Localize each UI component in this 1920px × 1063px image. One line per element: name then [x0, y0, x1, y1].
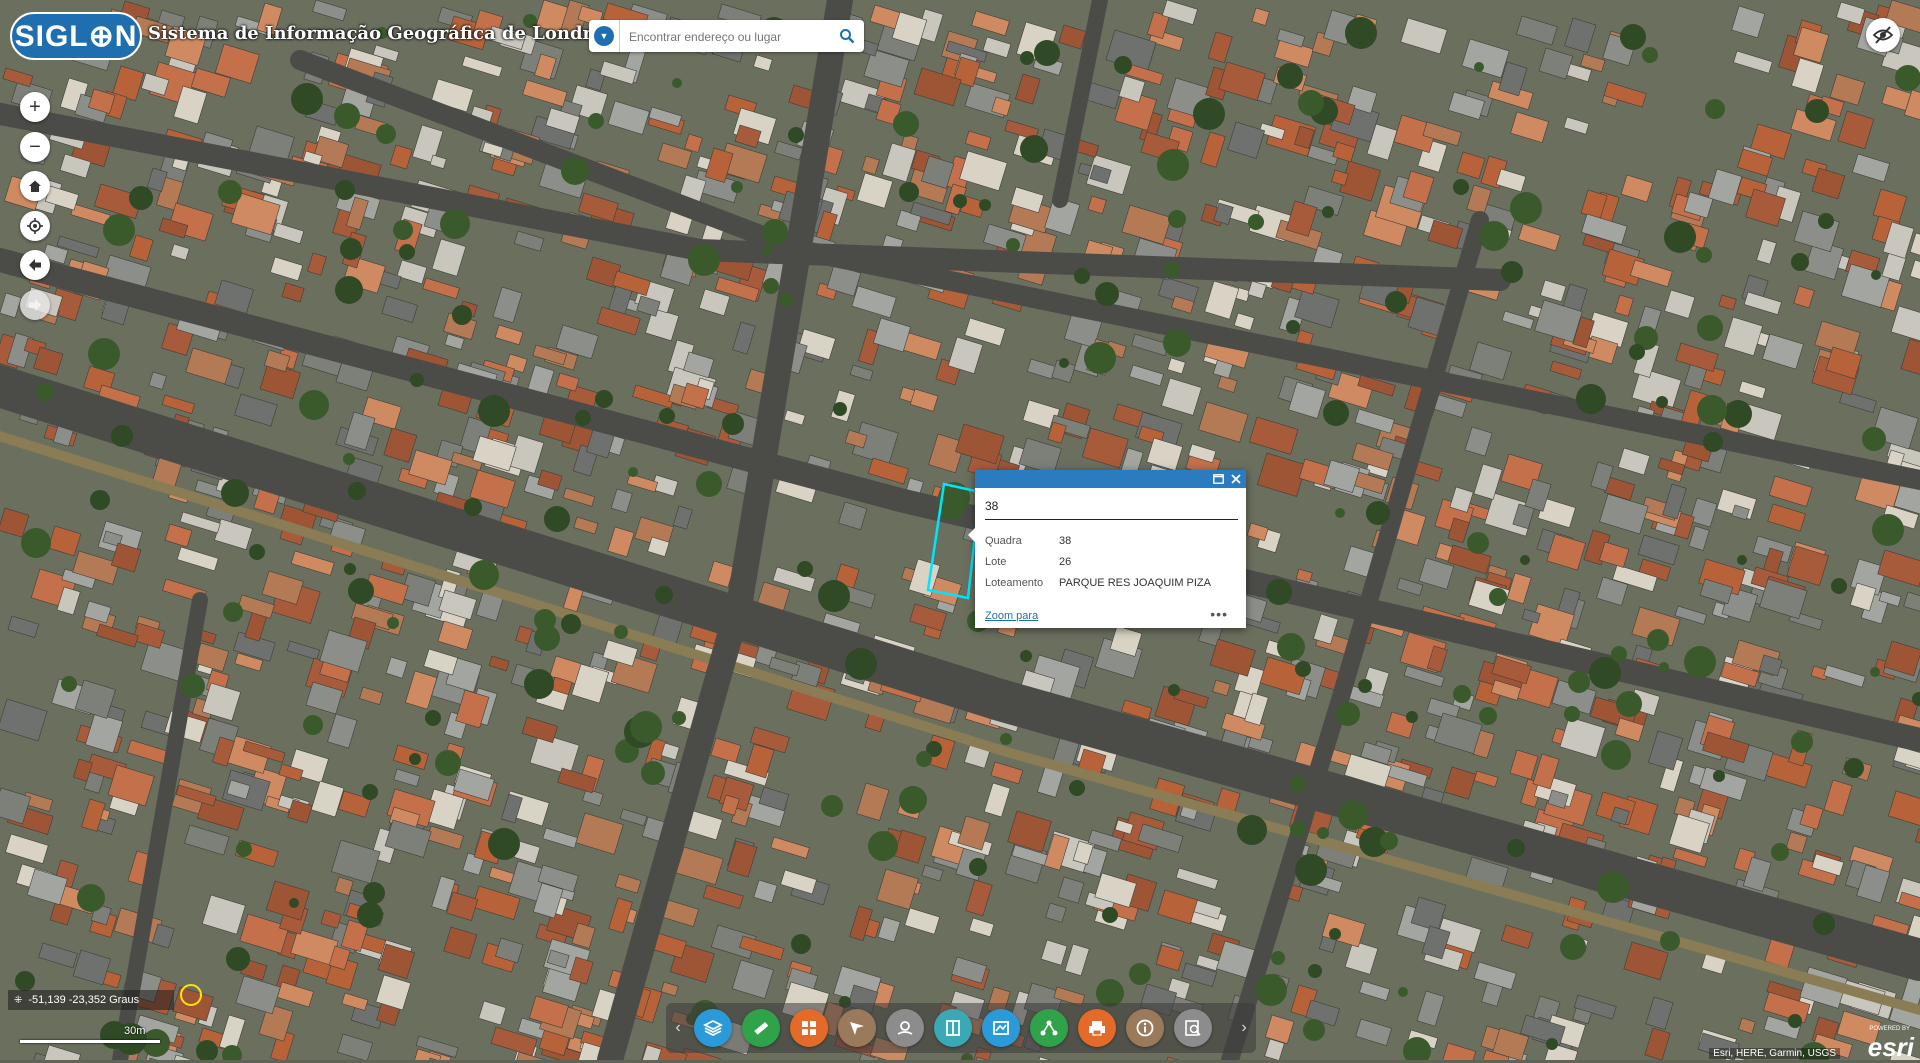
swipe-icon [946, 1020, 960, 1036]
compass-icon[interactable] [180, 984, 202, 1006]
grid-tool-button[interactable] [790, 1009, 828, 1047]
logo-text: SIGL⊕N [14, 19, 138, 53]
close-popup-button[interactable] [1228, 471, 1244, 487]
query-tool-button[interactable] [1174, 1009, 1212, 1047]
more-actions-button[interactable]: ••• [1210, 606, 1228, 622]
scale-bar: 30m [20, 1025, 160, 1043]
search-source-dropdown[interactable]: ▼ [589, 20, 620, 52]
aerial-imagery [0, 0, 1920, 1060]
attribute-row: Lote 26 [985, 551, 1211, 572]
toolbar-scroll-left[interactable]: ‹ [668, 1017, 688, 1039]
attribute-row: Quadra 38 [985, 530, 1211, 551]
map-attribution: Esri, HERE, Garmin, USGS [1709, 1048, 1840, 1059]
close-icon [1231, 474, 1241, 484]
attribute-label: Lote [985, 555, 1007, 568]
print-tool-button[interactable] [1078, 1009, 1116, 1047]
attribute-label: Quadra [985, 534, 1022, 547]
minus-icon: − [29, 135, 41, 158]
plus-icon: + [29, 95, 41, 118]
layers-icon [703, 1019, 723, 1037]
grid-icon [802, 1021, 816, 1035]
siglon-logo: SIGL⊕N [10, 12, 142, 60]
print-icon [1089, 1021, 1105, 1036]
bottom-toolbar: ‹ › [666, 1003, 1256, 1053]
location-tool-button[interactable] [886, 1009, 924, 1047]
zoom-out-button[interactable]: − [20, 132, 50, 162]
measure-tool-button[interactable] [742, 1009, 780, 1047]
arrow-left-icon [29, 259, 41, 271]
search-widget: ▼ [589, 20, 864, 52]
info-tool-button[interactable] [1126, 1009, 1164, 1047]
map-canvas[interactable] [0, 0, 1920, 1060]
search-icon [840, 29, 855, 44]
compare-tool-button[interactable] [982, 1009, 1020, 1047]
app-title: Sistema de Informação Geográfica de Lond… [148, 23, 624, 44]
popup-title: 38 [985, 499, 999, 513]
chevron-right-icon: › [1241, 1019, 1247, 1036]
popup-divider [985, 519, 1238, 520]
zoom-in-button[interactable]: + [20, 92, 50, 122]
query-icon [1185, 1020, 1201, 1036]
maximize-icon [1212, 474, 1224, 484]
toolbar-scroll-right[interactable]: › [1234, 1017, 1254, 1039]
chevron-down-icon: ▼ [594, 26, 614, 46]
share-icon [1040, 1020, 1058, 1036]
draw-tool-button[interactable] [838, 1009, 876, 1047]
arrow-right-icon [29, 299, 41, 311]
home-icon [29, 180, 41, 192]
eye-off-icon [1872, 26, 1894, 44]
coordinate-pin-icon: ⁜ [14, 994, 23, 1006]
esri-logo[interactable]: POWERED BY esri [1860, 1026, 1916, 1062]
layers-tool-button[interactable] [694, 1009, 732, 1047]
coordinate-text: -51,139 -23,352 Graus [28, 994, 140, 1006]
share-tool-button[interactable] [1030, 1009, 1068, 1047]
popup-attributes: Quadra 38 Lote 26 Loteamento PARQUE RES JOA… [985, 530, 1211, 593]
home-button[interactable] [20, 171, 50, 201]
attribute-label: Loteamento [985, 576, 1044, 589]
popup-header [975, 470, 1246, 488]
coordinate-display[interactable]: ⁜ -51,139 -23,352 Graus [8, 990, 174, 1010]
esri-name-text: esri [1867, 1032, 1914, 1062]
measure-icon [754, 1021, 769, 1035]
feature-popup: 38 Quadra 38 Lote 26 Loteamento PARQUE RES … [968, 470, 1246, 628]
scale-label: 30m [124, 1025, 146, 1037]
search-button[interactable] [830, 20, 864, 52]
compare-icon [993, 1021, 1009, 1035]
maximize-button[interactable] [1210, 471, 1226, 487]
attribute-row: Loteamento PARQUE RES JOAQUIM PIZA [985, 572, 1211, 593]
draw-icon [850, 1022, 864, 1035]
location-icon [897, 1021, 913, 1035]
crosshair-icon [27, 218, 43, 234]
next-extent-button[interactable] [20, 290, 50, 320]
toggle-visibility-button[interactable] [1866, 18, 1900, 52]
popup-pointer [968, 528, 975, 542]
info-icon [1136, 1019, 1154, 1037]
attribute-value: 38 [1059, 534, 1072, 547]
zoom-to-link[interactable]: Zoom para [985, 610, 1038, 622]
search-input[interactable] [627, 26, 826, 48]
previous-extent-button[interactable] [20, 250, 50, 280]
swipe-tool-button[interactable] [934, 1009, 972, 1047]
locate-button[interactable] [20, 211, 50, 241]
chevron-left-icon: ‹ [675, 1019, 681, 1036]
attribute-value: 26 [1059, 555, 1072, 568]
scale-line [20, 1040, 160, 1043]
attribute-value: PARQUE RES JOAQUIM PIZA [1059, 576, 1211, 589]
